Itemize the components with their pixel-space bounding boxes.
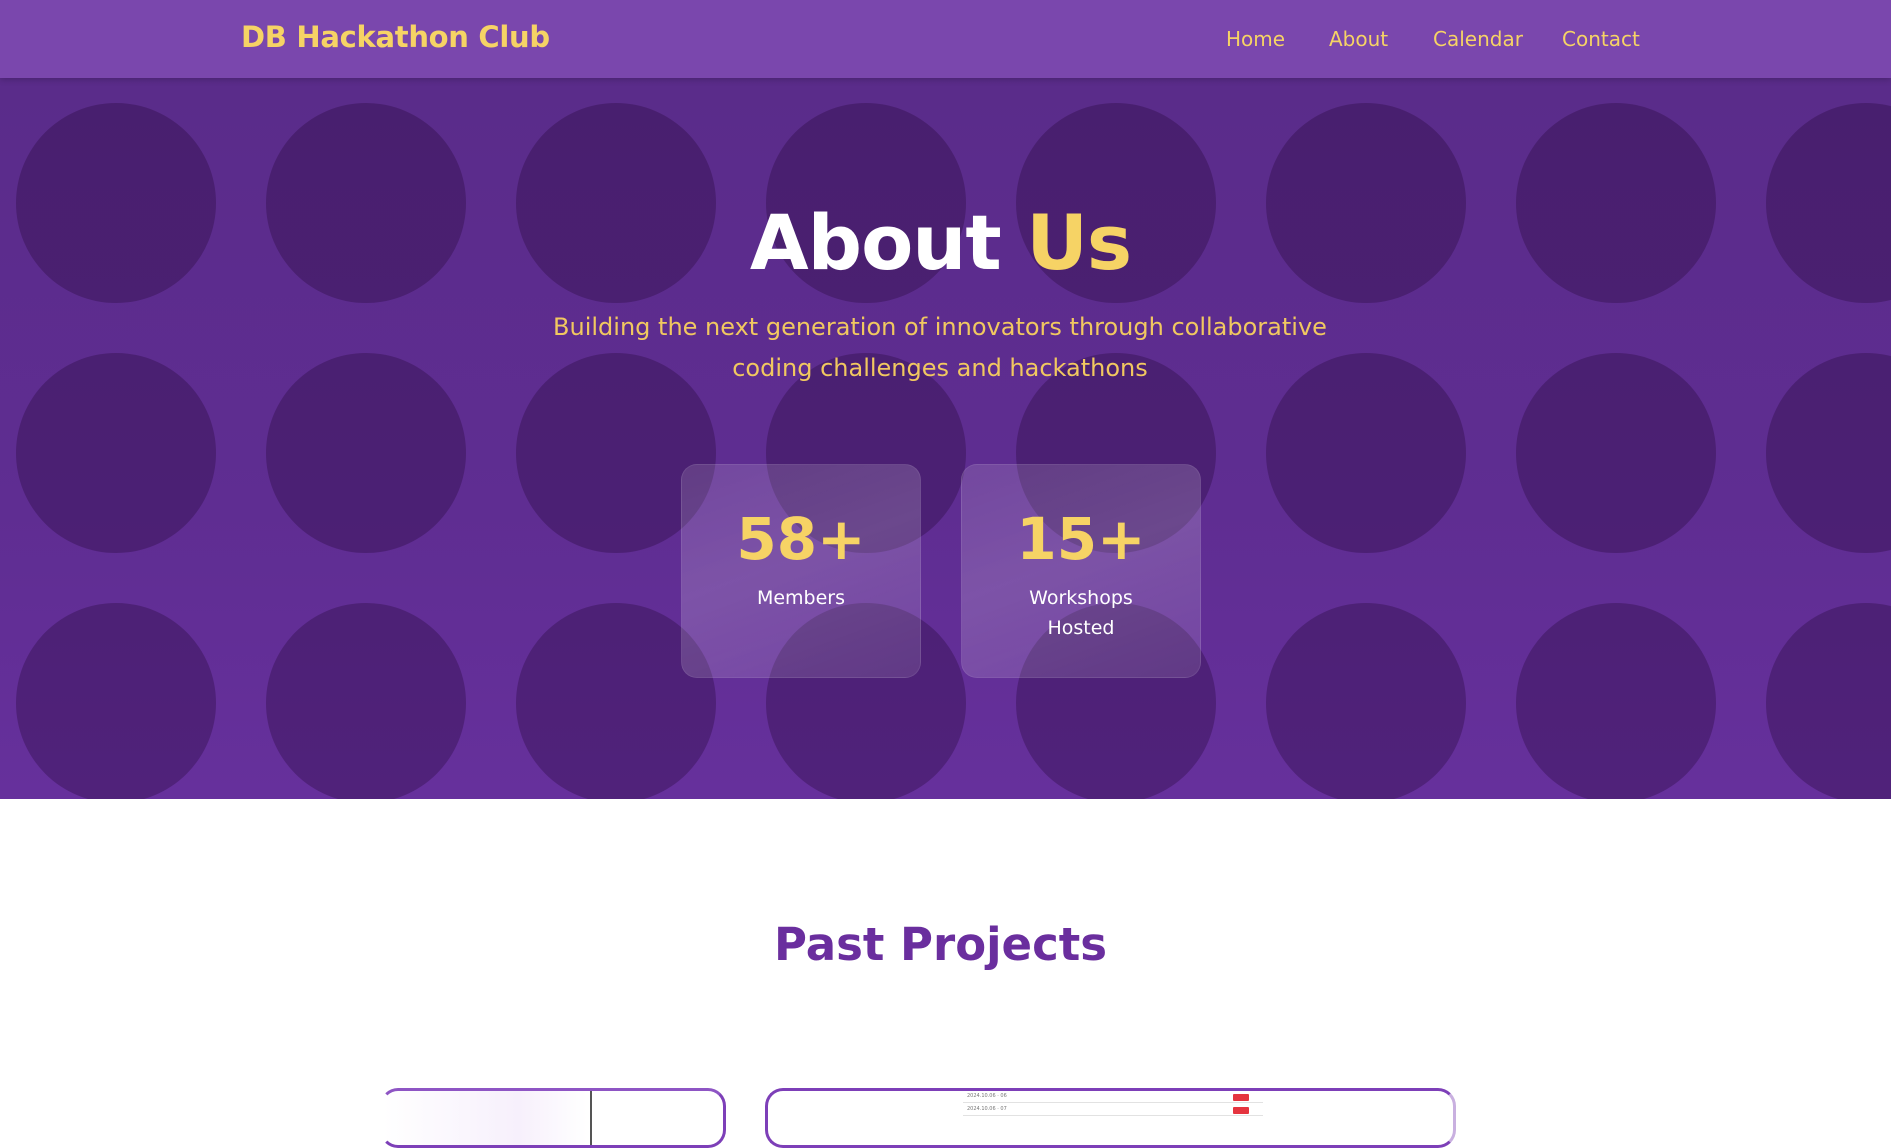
nav-link-about[interactable]: About (1329, 27, 1388, 51)
hero-bg-circle (266, 353, 466, 553)
project-preview-text: 2024.10.06 · 07 (967, 1106, 1007, 1112)
project-card[interactable]: 2024.10.06 · 06 2024.10.06 · 07 (765, 1088, 1456, 1148)
project-preview-badge (1233, 1107, 1249, 1114)
nav-link-calendar[interactable]: Calendar (1433, 27, 1523, 51)
hero-title-main: About (749, 198, 1002, 287)
nav-link-home[interactable]: Home (1226, 27, 1285, 51)
hero-title-accent: Us (1026, 198, 1132, 287)
hero-title: About Us (0, 198, 1881, 287)
stat-number: 15+ (1016, 505, 1146, 573)
stat-card-workshops: 15+ Workshops Hosted (961, 464, 1201, 678)
hero-subtitle: Building the next generation of innovato… (553, 313, 1327, 382)
project-preview-row: 2024.10.06 · 07 (963, 1105, 1263, 1116)
nav-link-contact[interactable]: Contact (1562, 27, 1640, 51)
hero-bg-circle (1516, 603, 1716, 799)
stat-card-members: 58+ Members (681, 464, 921, 678)
hero-bg-circle (266, 603, 466, 799)
project-preview-badge (1233, 1094, 1249, 1101)
navbar: DB Hackathon Club Home About Calendar Co… (0, 0, 1891, 78)
hero-bg-circle (16, 603, 216, 799)
hero-bg-circle (1266, 603, 1466, 799)
hero-bg-circle (1516, 353, 1716, 553)
hero-bg-circle (16, 353, 216, 553)
stat-label: Workshops Hosted (1029, 587, 1133, 639)
project-card[interactable] (380, 1088, 726, 1148)
brand-logo[interactable]: DB Hackathon Club (241, 20, 550, 54)
project-preview-divider (590, 1091, 592, 1145)
project-preview-row: 2024.10.06 · 06 (963, 1092, 1263, 1103)
stat-number: 58+ (736, 505, 866, 573)
hero-section: About Us Building the next generation of… (0, 78, 1891, 799)
stat-label: Members (756, 587, 846, 609)
project-preview-text: 2024.10.06 · 06 (967, 1093, 1007, 1099)
hero-bg-circle (1766, 353, 1891, 553)
past-projects-title: Past Projects (773, 918, 1108, 971)
hero-bg-circle (1766, 603, 1891, 799)
